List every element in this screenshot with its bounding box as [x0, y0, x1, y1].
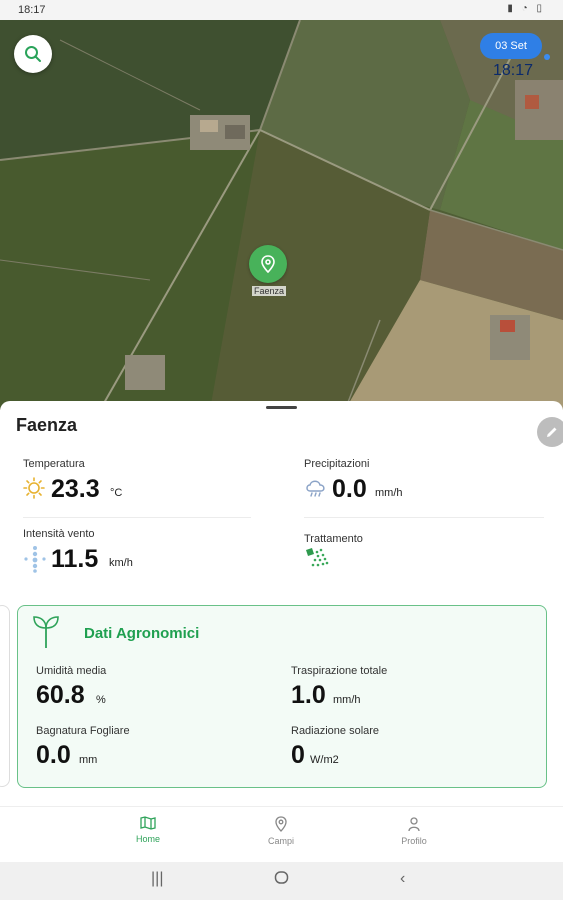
- wind-label: Intensità vento: [23, 528, 95, 540]
- nav-item-profilo[interactable]: Profilo: [374, 816, 454, 846]
- precipitation-unit: mm/h: [375, 487, 403, 499]
- edit-button[interactable]: [537, 417, 563, 447]
- divider: [23, 517, 251, 518]
- map-imagery: [0, 20, 563, 410]
- marker-label: Faenza: [252, 286, 287, 296]
- wind-unit: km/h: [109, 557, 133, 569]
- solar-radiation-unit: W/m2: [310, 754, 339, 766]
- humidity-value: 60.8: [36, 681, 85, 709]
- sheet-drag-handle[interactable]: [266, 406, 297, 409]
- nav-label-profilo: Profilo: [401, 836, 427, 846]
- leaf-wetness-unit: mm: [79, 754, 98, 766]
- precipitation-value: 0.0: [332, 475, 367, 503]
- location-marker[interactable]: [249, 245, 287, 283]
- date-selector-button[interactable]: 03 Set: [480, 33, 542, 59]
- wind-icon: [24, 546, 46, 573]
- treatment-label: Trattamento: [304, 533, 363, 545]
- nav-item-home[interactable]: Home: [108, 816, 188, 844]
- location-pin-icon: [261, 255, 275, 273]
- sun-icon: [23, 477, 45, 499]
- nav-label-home: Home: [135, 834, 160, 844]
- leaf-wetness-label: Bagnatura Fogliare: [36, 725, 130, 737]
- person-icon: [408, 817, 420, 832]
- status-time: 18:17: [18, 4, 46, 16]
- satellite-map[interactable]: [0, 20, 563, 410]
- search-icon: [25, 46, 41, 62]
- rain-cloud-icon: [306, 480, 325, 497]
- home-icon[interactable]: [274, 870, 289, 890]
- wind-value: 11.5: [51, 545, 99, 573]
- status-bar: 18:17 ▮ ◔ ▯: [0, 0, 563, 20]
- divider: [304, 517, 544, 518]
- battery-icon: ▯: [536, 3, 545, 14]
- solar-radiation-label: Radiazione solare: [291, 725, 380, 737]
- leaf-wetness-value: 0.0: [36, 741, 71, 769]
- notification-dot: [544, 54, 550, 60]
- humidity-unit: %: [96, 694, 106, 706]
- status-icons: ▮ ◔ ▯: [507, 3, 545, 14]
- humidity-label: Umidità media: [36, 665, 107, 677]
- nav-item-campi[interactable]: Campi: [241, 816, 321, 846]
- signal-icon: ▮: [507, 3, 516, 14]
- location-title: Faenza: [16, 415, 78, 435]
- recent-apps-icon[interactable]: |||: [151, 870, 163, 888]
- previous-card-edge[interactable]: [0, 605, 10, 787]
- search-button[interactable]: [14, 35, 52, 73]
- temperature-unit: °C: [110, 487, 123, 499]
- map-time: 18:17: [493, 62, 534, 79]
- back-icon[interactable]: ‹: [400, 870, 405, 888]
- map-icon: [140, 816, 156, 830]
- transpiration-label: Traspirazione totale: [291, 665, 388, 677]
- transpiration-value: 1.0: [291, 681, 326, 709]
- pencil-icon: [547, 427, 557, 437]
- temperature-label: Temperatura: [23, 458, 85, 470]
- wifi-icon: ◔: [521, 3, 531, 14]
- sprout-icon: [33, 616, 59, 648]
- temperature-value: 23.3: [51, 475, 100, 503]
- transpiration-unit: mm/h: [333, 694, 361, 706]
- agronomic-title: Dati Agronomici: [84, 625, 200, 642]
- spray-treatment-icon: [306, 548, 329, 567]
- nav-label-campi: Campi: [267, 836, 294, 846]
- solar-radiation-value: 0: [291, 741, 305, 769]
- location-pin-icon: [275, 816, 287, 832]
- precipitation-label: Precipitazioni: [304, 458, 370, 470]
